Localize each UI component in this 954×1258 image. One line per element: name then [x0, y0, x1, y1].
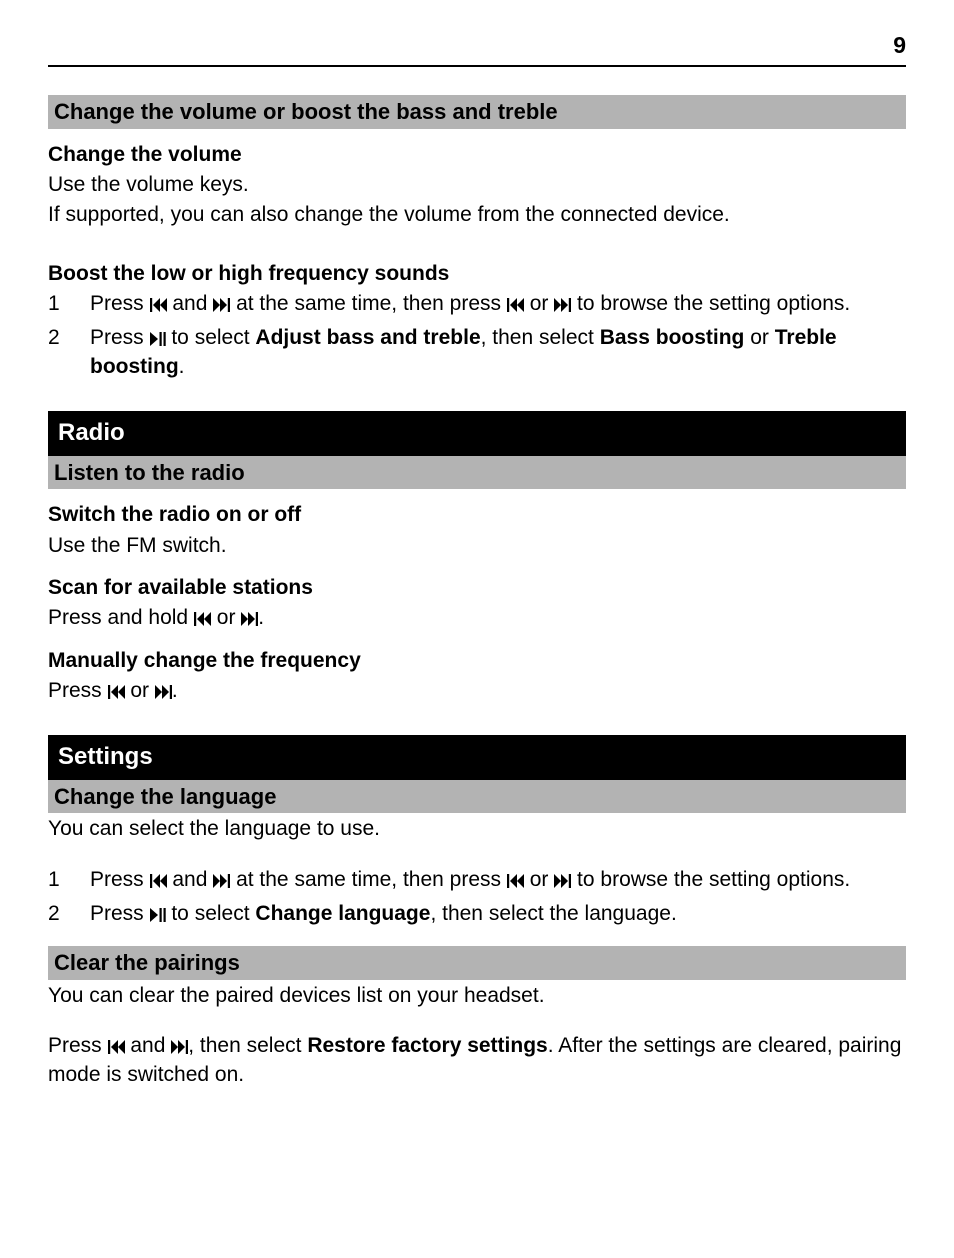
body-text: Press or . [48, 677, 906, 705]
step-text: Press and at the same time, then press o… [90, 866, 850, 894]
radio-manual-block: Manually change the frequency Press or . [48, 647, 906, 706]
section-heading-volume: Change the volume or boost the bass and … [48, 95, 906, 129]
boost-block: Boost the low or high frequency sounds 1… [48, 260, 906, 381]
skip-forward-icon [554, 298, 571, 312]
skip-back-icon [150, 874, 167, 888]
body-text: If supported, you can also change the vo… [48, 201, 906, 229]
list-item: 1 Press and at the same time, then press… [48, 866, 906, 894]
step-number: 1 [48, 290, 90, 318]
skip-back-icon [194, 612, 211, 626]
heading-switch-radio: Switch the radio on or off [48, 501, 906, 529]
step-number: 2 [48, 324, 90, 381]
step-text: Press to select Adjust bass and treble, … [90, 324, 906, 381]
radio-switch-block: Switch the radio on or off Use the FM sw… [48, 501, 906, 560]
skip-back-icon [507, 298, 524, 312]
chapter-heading-radio: Radio [48, 411, 906, 455]
skip-forward-icon [213, 874, 230, 888]
body-text: Press and hold or . [48, 604, 906, 632]
skip-forward-icon [171, 1040, 188, 1054]
section-heading-listen-radio: Listen to the radio [48, 456, 906, 490]
section-heading-change-language: Change the language [48, 780, 906, 814]
skip-forward-icon [155, 685, 172, 699]
body-text: You can clear the paired devices list on… [48, 982, 906, 1010]
body-text: Press and , then select Restore factory … [48, 1032, 906, 1089]
step-number: 1 [48, 866, 90, 894]
body-text: Use the FM switch. [48, 532, 906, 560]
skip-forward-icon [554, 874, 571, 888]
step-text: Press to select Change language, then se… [90, 900, 677, 928]
play-pause-icon [150, 908, 166, 922]
heading-boost: Boost the low or high frequency sounds [48, 260, 906, 288]
play-pause-icon [150, 332, 166, 346]
body-text: You can select the language to use. [48, 815, 906, 843]
skip-back-icon [507, 874, 524, 888]
skip-back-icon [108, 685, 125, 699]
skip-forward-icon [213, 298, 230, 312]
chapter-heading-settings: Settings [48, 735, 906, 779]
step-number: 2 [48, 900, 90, 928]
heading-change-volume: Change the volume [48, 141, 906, 169]
heading-scan-stations: Scan for available stations [48, 574, 906, 602]
page: 9 Change the volume or boost the bass an… [0, 0, 954, 1131]
step-text: Press and at the same time, then press o… [90, 290, 850, 318]
page-number: 9 [48, 30, 906, 67]
list-item: 2 Press to select Change language, then … [48, 900, 906, 928]
radio-scan-block: Scan for available stations Press and ho… [48, 574, 906, 633]
section-heading-clear-pairings: Clear the pairings [48, 946, 906, 980]
heading-manual-freq: Manually change the frequency [48, 647, 906, 675]
list-item: 2 Press to select Adjust bass and treble… [48, 324, 906, 381]
skip-back-icon [150, 298, 167, 312]
skip-forward-icon [241, 612, 258, 626]
skip-back-icon [108, 1040, 125, 1054]
change-volume-block: Change the volume Use the volume keys. I… [48, 141, 906, 230]
body-text: Use the volume keys. [48, 171, 906, 199]
list-item: 1 Press and at the same time, then press… [48, 290, 906, 318]
